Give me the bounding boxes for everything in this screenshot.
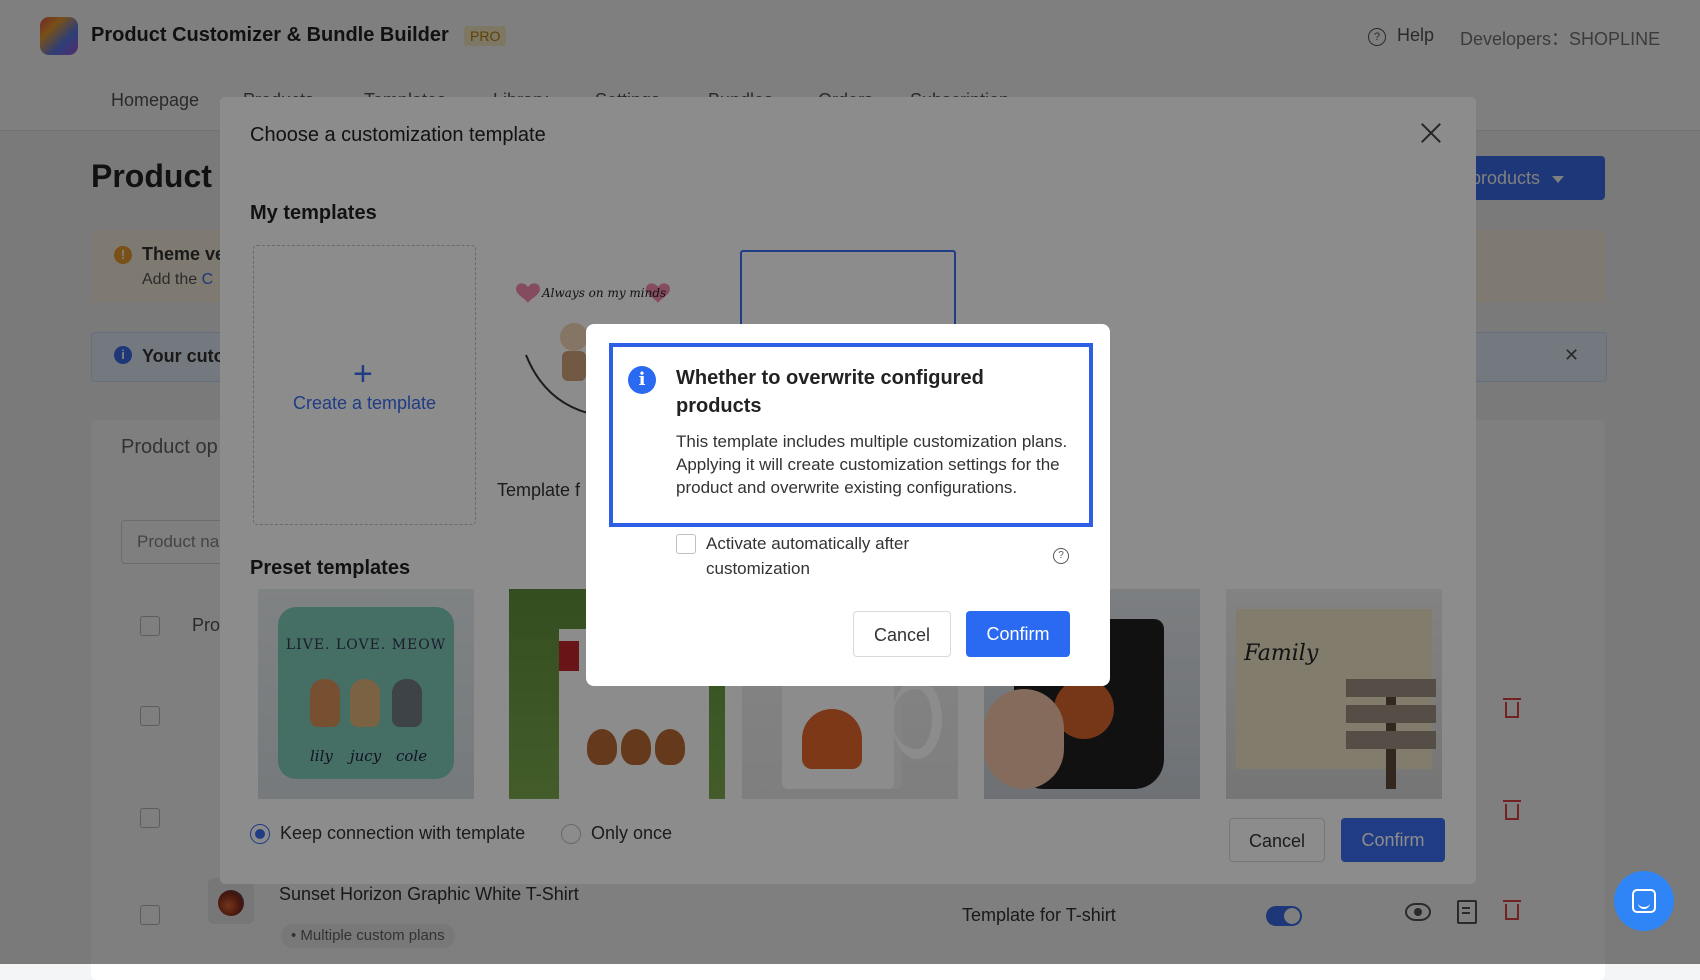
activate-checkbox[interactable] [676,534,696,554]
info-icon: i [628,366,656,394]
confirm-dialog-title: Whether to overwrite configured products [676,367,984,417]
cancel-button[interactable]: Cancel [853,611,951,657]
activate-checkbox-label[interactable]: Activate automatically after customizati… [706,531,966,581]
confirm-dialog-body: This template includes multiple customiz… [676,432,1068,497]
confirm-button[interactable]: Confirm [966,611,1070,657]
help-icon[interactable]: ? [1053,548,1069,564]
chat-icon[interactable] [1614,871,1674,931]
